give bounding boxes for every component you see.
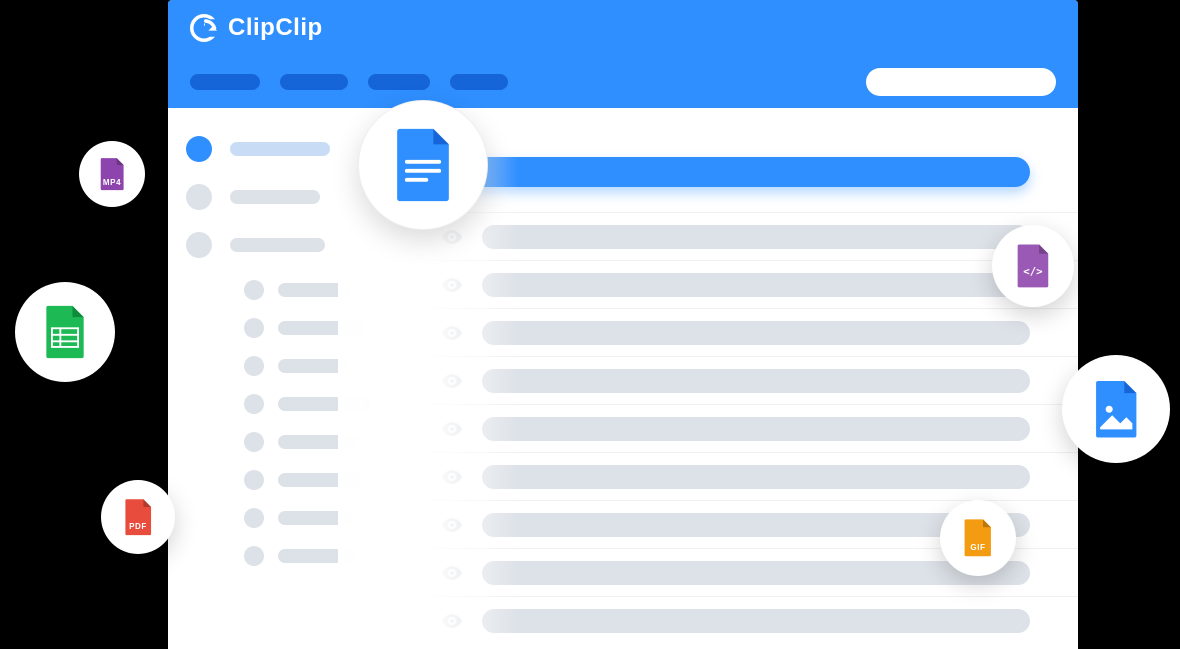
hero-document-badge: [358, 100, 488, 230]
clip-row[interactable]: [428, 356, 1078, 404]
menu-item-2[interactable]: [280, 74, 348, 90]
app-body: [168, 108, 1078, 649]
preview-eye-icon: [440, 417, 464, 441]
menu-item-4[interactable]: [450, 74, 508, 90]
preview-eye-icon: [440, 321, 464, 345]
clip-row[interactable]: [428, 308, 1078, 356]
file-ext-label: PDF: [129, 522, 147, 531]
sidebar-subitem[interactable]: [186, 394, 410, 414]
preview-eye-icon: [440, 465, 464, 489]
preview-eye-icon: [440, 273, 464, 297]
sidebar-subitem[interactable]: [186, 470, 410, 490]
app-header: ClipClip: [168, 0, 1078, 108]
clip-row[interactable]: [428, 260, 1078, 308]
spreadsheet-file-badge: [15, 282, 115, 382]
svg-text:</>: </>: [1023, 265, 1042, 278]
spreadsheet-file-icon: [37, 304, 93, 360]
code-file-badge: </>: [992, 225, 1074, 307]
image-file-badge: [1062, 355, 1170, 463]
folder-icon: [186, 232, 212, 258]
sidebar-subitem[interactable]: [186, 508, 410, 528]
content-header: [428, 134, 1078, 212]
clip-row[interactable]: [428, 212, 1078, 260]
folder-icon: [244, 470, 264, 490]
folder-icon: [244, 508, 264, 528]
folder-icon: [244, 394, 264, 414]
image-file-icon: [1086, 379, 1146, 439]
menu-bar: [168, 56, 1078, 108]
menu-item-1[interactable]: [190, 74, 260, 90]
brand-row: ClipClip: [168, 0, 1078, 56]
sidebar-subitem[interactable]: [186, 546, 410, 566]
sidebar-subitem[interactable]: [186, 280, 410, 300]
file-ext-label: GIF: [970, 543, 985, 552]
gif-file-badge: GIF: [940, 500, 1016, 576]
brand: ClipClip: [190, 14, 323, 42]
sidebar-subitem[interactable]: [186, 356, 410, 376]
clip-row[interactable]: [428, 404, 1078, 452]
clipclip-logo-icon: [190, 14, 218, 42]
preview-eye-icon: [440, 609, 464, 633]
folder-icon: [244, 546, 264, 566]
folder-icon: [244, 356, 264, 376]
clip-row[interactable]: [428, 452, 1078, 500]
menu-item-3[interactable]: [368, 74, 430, 90]
document-file-icon: [392, 126, 454, 204]
preview-eye-icon: [440, 513, 464, 537]
code-file-icon: </>: [1010, 243, 1056, 289]
folder-icon: [244, 280, 264, 300]
selected-clip-title[interactable]: [452, 157, 1030, 187]
file-ext-label: MP4: [103, 178, 121, 187]
mp4-file-badge: MP4: [79, 141, 145, 207]
folder-icon: [186, 184, 212, 210]
folder-icon: [244, 432, 264, 452]
search-input[interactable]: [866, 68, 1056, 96]
sidebar-subitem[interactable]: [186, 318, 410, 338]
folder-icon: [186, 136, 212, 162]
preview-eye-icon: [440, 225, 464, 249]
folder-icon: [244, 318, 264, 338]
sidebar-item[interactable]: [186, 232, 410, 258]
sidebar-subitem[interactable]: [186, 432, 410, 452]
brand-name: ClipClip: [228, 14, 323, 42]
clip-row[interactable]: [428, 596, 1078, 644]
preview-eye-icon: [440, 369, 464, 393]
preview-eye-icon: [440, 561, 464, 585]
clipclip-app-window: ClipClip: [168, 0, 1078, 649]
pdf-file-badge: PDF: [101, 480, 175, 554]
